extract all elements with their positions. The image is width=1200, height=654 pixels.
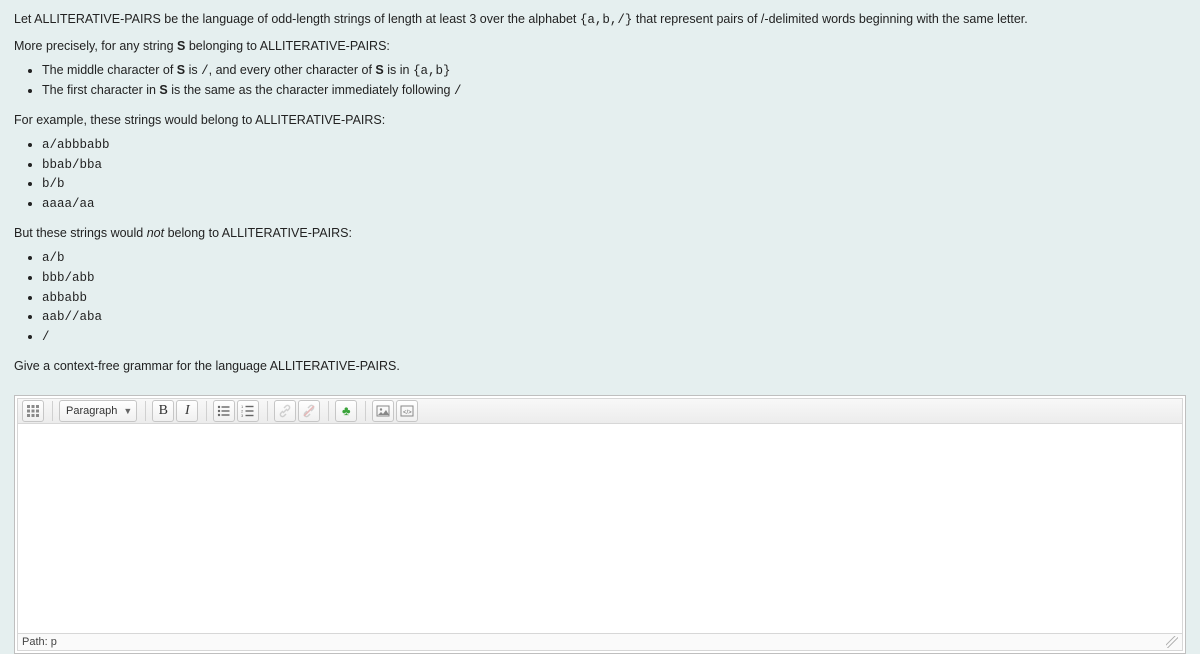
link-button[interactable] [274,400,296,422]
text: The first character in [42,83,159,97]
numbered-list-button[interactable]: 123 [237,400,259,422]
italic-button[interactable]: I [176,400,198,422]
list-item: a/abbbabb [42,135,1186,155]
examples-in-list: a/abbbabb bbab/bba b/b aaaa/aa [14,135,1186,214]
string-var: S [375,63,383,77]
html-button[interactable]: </> [396,400,418,422]
path-label: Path: p [22,636,57,648]
format-dropdown[interactable]: Paragraph ▼ [59,400,137,422]
examples-in-intro: For example, these strings would belong … [14,111,1186,129]
clover-button[interactable]: ♣ [335,400,357,422]
example-code: aab//aba [42,310,102,324]
clover-icon: ♣ [342,404,351,417]
example-code: a/abbbabb [42,138,110,152]
string-var: S [159,83,167,97]
ab-set-code: {a,b} [413,64,451,78]
svg-text:</>: </> [403,410,412,416]
list-item: aab//aba [42,307,1186,327]
examples-out-intro: But these strings would not belong to AL… [14,224,1186,242]
string-var: S [177,63,185,77]
code-icon: </> [400,404,414,418]
text: More precisely, for any string [14,39,177,53]
text: But these strings would [14,226,147,240]
numbered-list-icon: 123 [241,404,255,418]
examples-out-list: a/b bbb/abb abbabb aab//aba / [14,248,1186,347]
list-item: The middle character of S is /, and ever… [42,61,1186,81]
text: belong to ALLITERATIVE-PAIRS: [164,226,352,240]
resize-handle[interactable] [1166,636,1178,648]
format-label: Paragraph [66,405,117,417]
image-icon [376,404,390,418]
slash-code: / [201,64,209,78]
list-item: The first character in S is the same as … [42,81,1186,101]
example-code: aaaa/aa [42,197,95,211]
text: belonging to ALLITERATIVE-PAIRS: [185,39,390,53]
list-item: a/b [42,248,1186,268]
text: is in [384,63,413,77]
slash-code: / [454,84,462,98]
rich-text-editor: Paragraph ▼ B I 123 [14,395,1186,654]
text: that represent pairs of /-delimited word… [632,12,1027,26]
editor-pathbar: Path: p [17,634,1183,651]
example-code: abbabb [42,291,87,305]
image-button[interactable] [372,400,394,422]
rules-list: The middle character of S is /, and ever… [14,61,1186,101]
list-item: bbb/abb [42,268,1186,288]
unlink-icon [302,404,316,418]
text: is [185,63,201,77]
text: The middle character of [42,63,177,77]
example-code: / [42,330,50,344]
text: Let ALLITERATIVE-PAIRS be the language o… [14,12,580,26]
list-item: abbabb [42,288,1186,308]
precise-paragraph: More precisely, for any string S belongi… [14,37,1186,55]
example-code: bbb/abb [42,271,95,285]
example-code: bbab/bba [42,158,102,172]
list-item: / [42,327,1186,347]
not-em: not [147,226,164,240]
bold-button[interactable]: B [152,400,174,422]
text: , and every other character of [209,63,376,77]
example-code: a/b [42,251,65,265]
toggle-toolbar-button[interactable] [22,400,44,422]
alphabet-code: {a,b,/} [580,13,633,27]
link-icon [278,404,292,418]
chevron-down-icon: ▼ [123,406,132,416]
grid-icon [26,404,40,418]
bullet-list-button[interactable] [213,400,235,422]
unlink-button[interactable] [298,400,320,422]
intro-paragraph: Let ALLITERATIVE-PAIRS be the language o… [14,10,1186,29]
editor-canvas[interactable] [17,424,1183,634]
list-item: b/b [42,174,1186,194]
list-item: bbab/bba [42,155,1186,175]
bullet-list-icon [217,404,231,418]
example-code: b/b [42,177,65,191]
svg-text:3: 3 [241,413,244,418]
question-body: Let ALLITERATIVE-PAIRS be the language o… [0,0,1200,389]
list-item: aaaa/aa [42,194,1186,214]
text: is the same as the character immediately… [168,83,454,97]
editor-toolbar: Paragraph ▼ B I 123 [17,398,1183,424]
task-paragraph: Give a context-free grammar for the lang… [14,357,1186,375]
